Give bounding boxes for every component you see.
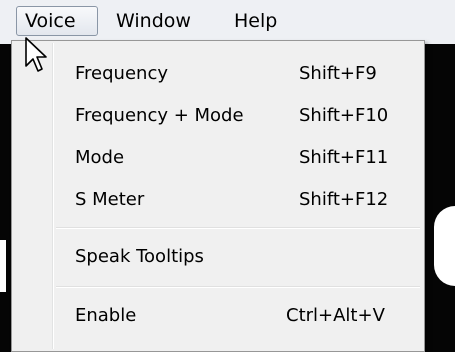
menu-item-s-meter[interactable]: S Meter Shift+F12 [14,181,422,219]
menu-item-label: Speak Tooltips [75,246,204,267]
menu-item-label: Mode [75,147,125,168]
menu-item-label: Frequency + Mode [75,105,244,126]
menu-voice[interactable]: Voice [16,6,98,36]
menu-item-frequency-mode[interactable]: Frequency + Mode Shift+F10 [14,97,422,135]
menu-item-shortcut: Shift+F9 [299,63,377,84]
menu-item-shortcut: Shift+F10 [299,105,389,126]
menu-item-mode[interactable]: Mode Shift+F11 [14,139,422,177]
menu-help[interactable]: Help [234,6,277,36]
menu-separator [56,286,420,288]
menu-item-label: S Meter [75,189,145,210]
display-glyph-fragment [434,206,455,286]
menu-item-frequency[interactable]: Frequency Shift+F9 [14,55,422,93]
menu-item-speak-tooltips[interactable]: Speak Tooltips [14,238,422,276]
menu-item-label: Enable [75,305,137,326]
display-glyph-fragment [0,240,6,292]
menu-item-shortcut: Ctrl+Alt+V [286,305,385,326]
menu-item-label: Frequency [75,63,168,84]
arrow-cursor-icon [25,37,47,72]
voice-dropdown-menu: Frequency Shift+F9 Frequency + Mode Shif… [11,40,425,352]
menu-window[interactable]: Window [116,6,191,36]
menu-separator [56,227,420,229]
menu-bar: Voice Window Help [0,0,455,44]
menu-item-enable[interactable]: Enable Ctrl+Alt+V [14,297,422,335]
menu-item-shortcut: Shift+F11 [299,147,389,168]
menu-item-shortcut: Shift+F12 [299,189,389,210]
